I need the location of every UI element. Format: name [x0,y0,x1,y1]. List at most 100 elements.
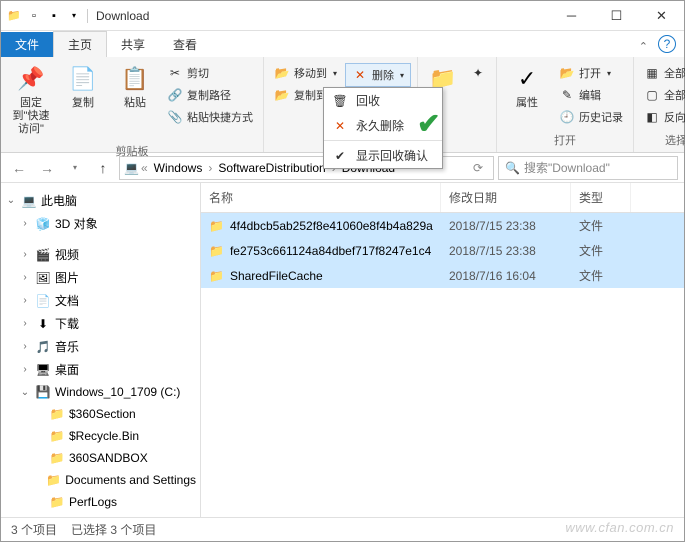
search-icon: 🔍 [505,161,520,175]
help-button[interactable]: ? [658,35,676,53]
list-item[interactable]: 📁4f4dbcb5ab252f8e41060e8f4b4a829a 2018/7… [201,213,684,238]
tree-folder[interactable]: 📁360SANDBOX [1,447,200,469]
tree-item[interactable]: ›📄文档 [1,289,200,312]
copypath-icon: 🔗 [167,87,183,103]
list-item[interactable]: 📁SharedFileCache 2018/7/16 16:04 文件 [201,263,684,288]
window-controls: ─ ☐ ✕ [549,1,684,31]
group-label: 打开 [503,130,627,150]
invertsel-button[interactable]: ◧反向选择 [640,107,685,127]
titlebar: 📁 ▫ ▪ ▾ Download ─ ☐ ✕ [1,1,684,31]
group-open: ✓ 属性 📂打开▾ ✎编辑 🕘历史记录 打开 [497,57,634,152]
pasteshortcut-button[interactable]: 📎粘贴快捷方式 [163,107,257,127]
list-header: 名称 修改日期 类型 [201,183,684,213]
qat-dropdown[interactable]: ▾ [65,7,83,25]
breadcrumb-seg[interactable]: Windows [150,161,207,175]
col-date[interactable]: 修改日期 [441,183,571,212]
folder-icon: 📁 [5,7,23,25]
document-icon: 📄 [35,293,51,309]
tree-folder[interactable]: 📁Documents and Settings [1,469,200,491]
close-button[interactable]: ✕ [639,1,684,31]
col-name[interactable]: 名称 [201,183,441,212]
shortcut-icon: 📎 [167,109,183,125]
newitem-icon: ✦ [470,65,486,81]
list-item[interactable]: 📁fe2753c661124a84dbef717f8247e1c4 2018/7… [201,238,684,263]
search-placeholder: 搜索"Download" [524,159,610,176]
tree-folder[interactable]: 📁$360Section [1,403,200,425]
newitem-button[interactable]: ✦ [466,63,490,83]
properties-button[interactable]: ✓ 属性 [503,59,551,114]
music-icon: 🎵 [35,339,51,355]
tree-thispc[interactable]: ⌄💻此电脑 [1,189,200,212]
selectnone-icon: ▢ [644,87,660,103]
selectnone-button[interactable]: ▢全部取消 [640,85,685,105]
selectall-button[interactable]: ▦全部选择 [640,63,685,83]
copy-button[interactable]: 📄 复制 [59,59,107,114]
folder-icon: 📁 [49,494,65,510]
tree-item[interactable]: ›🧊3D 对象 [1,212,200,235]
delete-icon: ✕ [332,119,348,133]
nav-tree: ⌄💻此电脑 ›🧊3D 对象 ›🎬视频 ›🖼图片 ›📄文档 ›⬇下载 ›🎵音乐 ›… [1,183,201,517]
tab-home[interactable]: 主页 [53,31,107,58]
tree-item[interactable]: ›🎬视频 [1,243,200,266]
properties-icon: ✓ [511,63,543,95]
pc-icon: 💻 [124,161,139,175]
picture-icon: 🖼 [35,270,51,286]
edit-button[interactable]: ✎编辑 [555,85,627,105]
folder-icon: 📁 [46,472,61,488]
tree-item[interactable]: ›🎵音乐 [1,335,200,358]
breadcrumb-seg[interactable]: SoftwareDistribution [214,161,329,175]
delete-button[interactable]: ✕删除▾ [345,63,411,87]
search-input[interactable]: 🔍 搜索"Download" [498,156,678,180]
menu-showconfirm[interactable]: ✔显示回收确认 [324,143,442,168]
edit-icon: ✎ [559,87,575,103]
folder-icon: 📁 [209,269,224,283]
tree-item[interactable]: ›🖼图片 [1,266,200,289]
tab-file[interactable]: 文件 [1,32,53,57]
qat: 📁 ▫ ▪ ▾ [1,7,83,25]
tree-drive[interactable]: ⌄💾Windows_10_1709 (C:) [1,381,200,403]
history-button[interactable]: 🕘历史记录 [555,107,627,127]
minimize-button[interactable]: ─ [549,1,594,31]
col-type[interactable]: 类型 [571,183,631,212]
folder-icon: 📁 [49,450,65,466]
qat-icon[interactable]: ▪ [45,7,63,25]
tab-share[interactable]: 共享 [107,32,159,57]
folder-icon: 📁 [209,219,224,233]
tree-folder[interactable]: 📁PerfLogs [1,491,200,513]
maximize-button[interactable]: ☐ [594,1,639,31]
group-select: ▦全部选择 ▢全部取消 ◧反向选择 选择 [634,57,685,152]
open-button[interactable]: 📂打开▾ [555,63,627,83]
copyto-icon: 📂 [274,87,290,103]
moveto-button[interactable]: 📂移动到▾ [270,63,341,83]
drive-icon: 💾 [35,384,51,400]
item-count: 3 个项目 [11,521,57,538]
paste-button[interactable]: 📋 粘贴 [111,59,159,114]
group-clipboard: 📌 固定到"快速访问" 📄 复制 📋 粘贴 ✂剪切 🔗复制路径 📎粘贴快捷方式 … [1,57,264,152]
qat-icon[interactable]: ▫ [25,7,43,25]
pin-button[interactable]: 📌 固定到"快速访问" [7,59,55,141]
delete-icon: ✕ [352,67,368,83]
tree-folder[interactable]: 📁$Recycle.Bin [1,425,200,447]
tab-view[interactable]: 查看 [159,32,211,57]
green-check-icon: ✔ [417,107,440,140]
copypath-button[interactable]: 🔗复制路径 [163,85,257,105]
moveto-icon: 📂 [274,65,290,81]
video-icon: 🎬 [35,247,51,263]
watermark: www.cfan.com.cn [565,520,674,535]
group-label: 选择 [640,130,685,150]
selectall-icon: ▦ [644,65,660,81]
window-title: Download [87,9,149,23]
cut-button[interactable]: ✂剪切 [163,63,257,83]
tree-item[interactable]: ›🖥桌面 [1,358,200,381]
group-label: 剪贴板 [7,141,257,161]
pin-icon: 📌 [15,63,47,95]
ribbon-expand[interactable]: ⌃ [633,36,654,57]
3d-icon: 🧊 [35,216,51,232]
open-icon: 📂 [559,65,575,81]
folder-icon: 📁 [49,428,65,444]
tree-item[interactable]: ›⬇下载 [1,312,200,335]
refresh-button[interactable]: ⟳ [467,161,489,175]
folder-icon: 📁 [49,406,65,422]
copy-icon: 📄 [67,63,99,95]
paste-icon: 📋 [119,63,151,95]
